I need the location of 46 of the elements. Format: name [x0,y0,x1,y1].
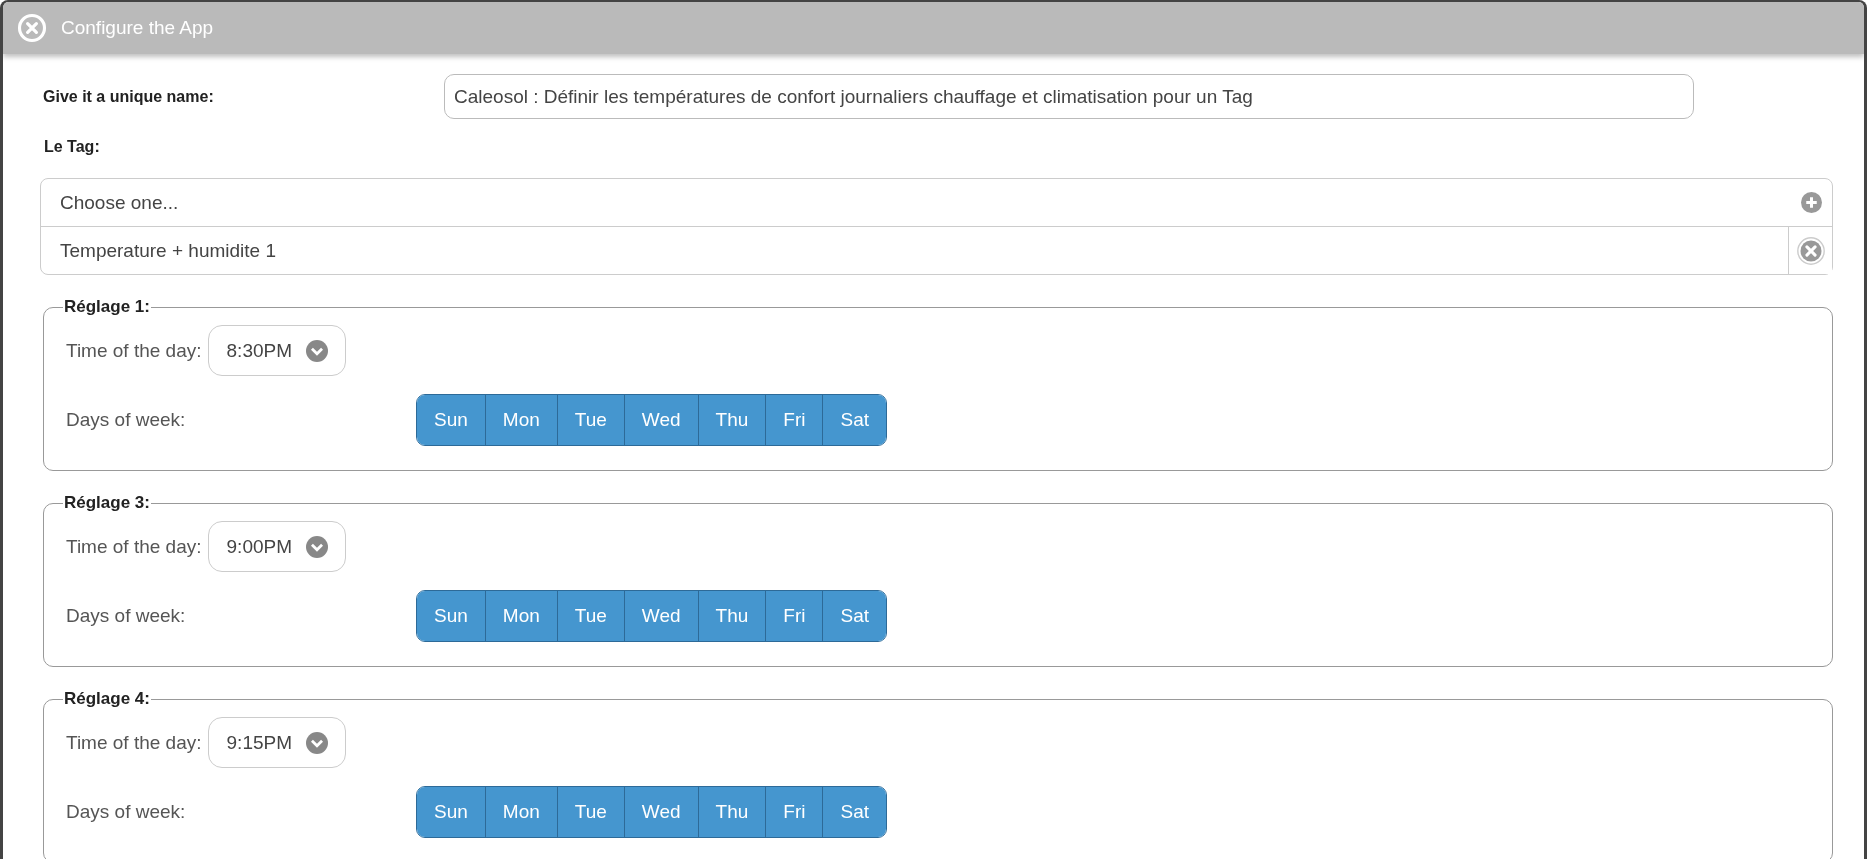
day-toggle[interactable]: Tue [556,395,624,445]
days-label: Days of week: [66,409,187,431]
day-toggle[interactable]: Sun [417,395,485,445]
day-toggle[interactable]: Fri [765,395,823,445]
day-toggle[interactable]: Sat [822,395,886,445]
day-toggle[interactable]: Wed [623,591,698,641]
chevron-down-icon [306,731,328,754]
day-toggle[interactable]: Mon [484,787,557,837]
day-toggle[interactable]: Sun [417,591,485,641]
add-icon[interactable] [1801,192,1822,213]
setting-legend: Réglage 4: [63,689,151,709]
day-toggle[interactable]: Thu [697,395,766,445]
days-label: Days of week: [66,605,187,627]
name-input-field[interactable]: Caleosol : Définir les températures de confort journaliers chauffage et climatisation pour un Tag [444,74,1694,119]
day-toggle[interactable]: Wed [623,787,698,837]
setting-legend: Réglage 3: [63,493,151,513]
tag-chooser[interactable]: Choose one... [41,179,1832,226]
day-toggle[interactable]: Mon [484,395,557,445]
remove-tag-button[interactable] [1788,227,1832,274]
day-toggle[interactable]: Tue [556,591,624,641]
tag-label: Le Tag: [44,138,101,156]
tag-item: Temperature + humidite 1 [59,239,277,262]
days-label: Days of week: [66,801,187,823]
close-icon[interactable] [17,13,47,43]
time-select[interactable]: 9:15PM [207,717,346,768]
day-toggle[interactable]: Fri [765,591,823,641]
remove-icon[interactable] [1796,236,1825,265]
day-toggle[interactable]: Sun [417,787,485,837]
time-select[interactable]: 9:00PM [207,521,346,572]
name-label: Give it a unique name: [42,87,215,106]
time-label: Time of the day: [66,535,202,558]
chevron-down-icon [306,339,328,362]
chevron-down-icon [306,535,328,558]
day-toggle[interactable]: Sat [822,787,886,837]
window-title: Configure the App [61,17,214,39]
day-toggle[interactable]: Tue [556,787,624,837]
day-toggle[interactable]: Thu [697,787,766,837]
day-toggle[interactable]: Sat [822,591,886,641]
setting-legend: Réglage 1: [63,297,151,317]
time-select[interactable]: 8:30PM [207,325,346,376]
time-label: Time of the day: [66,339,202,362]
time-label: Time of the day: [66,731,202,754]
day-toggle[interactable]: Thu [697,591,766,641]
day-toggle[interactable]: Mon [484,591,557,641]
day-toggle[interactable]: Wed [623,395,698,445]
day-toggle[interactable]: Fri [765,787,823,837]
